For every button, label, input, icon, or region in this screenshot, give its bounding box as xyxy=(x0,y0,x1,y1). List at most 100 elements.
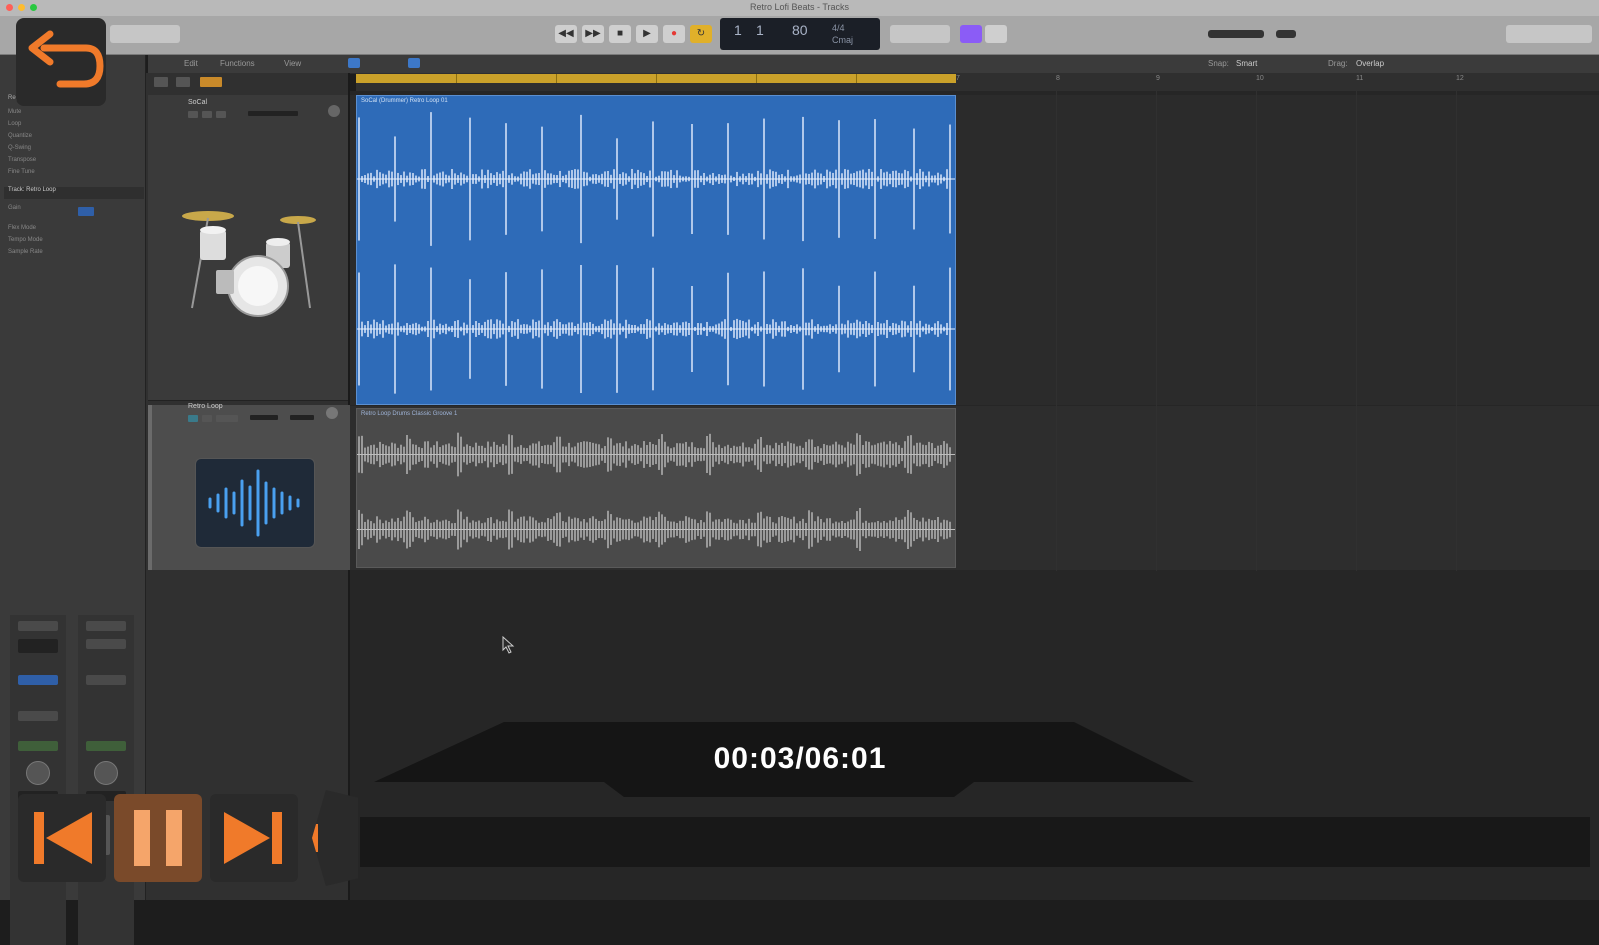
rewind-button[interactable]: ◀◀ xyxy=(555,25,577,43)
lcd-beat: 1 xyxy=(756,22,764,38)
inspector-row[interactable]: Flex Mode xyxy=(8,225,138,236)
catch-button[interactable] xyxy=(348,58,360,68)
grid-line xyxy=(1156,91,1157,571)
functions-menu[interactable]: Functions xyxy=(220,59,255,68)
grid-line xyxy=(1056,91,1057,571)
track-pan-slider[interactable] xyxy=(290,415,314,420)
duplicate-track-button[interactable] xyxy=(176,77,190,87)
record-button[interactable]: ● xyxy=(663,25,685,43)
skip-previous-icon xyxy=(34,812,92,864)
gain-toggle[interactable] xyxy=(78,207,94,216)
record-enable-button[interactable] xyxy=(216,111,226,118)
undo-arrow-icon xyxy=(28,30,104,88)
view-menu[interactable]: View xyxy=(284,59,301,68)
stop-button[interactable]: ■ xyxy=(609,25,631,43)
count-in-button[interactable] xyxy=(960,25,982,43)
inspector-row[interactable]: Quantize xyxy=(8,133,138,144)
view-buttons-group[interactable] xyxy=(110,25,180,43)
eq-display[interactable] xyxy=(18,639,58,653)
region-mode-button[interactable] xyxy=(200,77,222,87)
audio-fx-slot[interactable] xyxy=(86,675,126,685)
inspector-row[interactable]: Q-Swing xyxy=(8,145,138,156)
mouse-cursor-icon xyxy=(502,636,515,654)
inspector-panel: Region Mute Loop Quantize Q-Swing Transp… xyxy=(0,55,146,945)
ruler-bar-number: 11 xyxy=(1356,75,1364,82)
inspector-row[interactable]: Mute xyxy=(8,109,138,120)
pan-knob[interactable] xyxy=(94,761,118,785)
ruler-bar-number: 12 xyxy=(1456,75,1464,82)
tracks-toolbar: Edit Functions View Snap: Smart Drag: Ov… xyxy=(148,55,1599,74)
snap-dropdown[interactable]: Smart xyxy=(1236,59,1257,68)
title-bar: Retro Lofi Beats - Tracks xyxy=(0,0,1599,16)
channel-strip-track xyxy=(10,615,66,945)
play-button[interactable]: ▶ xyxy=(636,25,658,43)
lcd-bar: 1 xyxy=(734,22,742,38)
inspector-row[interactable]: Tempo Mode xyxy=(8,237,138,248)
audio-region-drummer[interactable]: SoCal (Drummer) Retro Loop 01 xyxy=(356,95,956,405)
audio-fx-slot[interactable] xyxy=(18,675,58,685)
solo-button[interactable] xyxy=(202,111,212,118)
video-control-bar xyxy=(360,817,1590,867)
automation-button[interactable] xyxy=(408,58,420,68)
inspector-row[interactable]: Gain xyxy=(8,205,138,216)
pause-icon xyxy=(134,810,182,866)
track-volume-slider[interactable] xyxy=(248,111,298,116)
skip-next-icon xyxy=(224,812,282,864)
ruler-bar-number: 8 xyxy=(1056,75,1060,82)
mute-button[interactable] xyxy=(188,111,198,118)
pan-knob[interactable] xyxy=(328,105,340,117)
audio-waveform-icon xyxy=(195,458,315,548)
sends-slot[interactable] xyxy=(18,711,58,721)
setting-button[interactable] xyxy=(18,621,58,631)
edit-menu[interactable]: Edit xyxy=(184,59,198,68)
lcd-signature: 4/4 xyxy=(832,23,845,33)
inspector-track-header[interactable]: Track: Retro Loop xyxy=(4,187,144,199)
cycle-button[interactable]: ↻ xyxy=(690,25,712,43)
level-meter xyxy=(1276,30,1296,38)
pan-knob[interactable] xyxy=(26,761,50,785)
skip-previous-button[interactable] xyxy=(18,794,106,882)
inspector-row[interactable]: Fine Tune xyxy=(8,169,138,180)
drum-kit-icon xyxy=(182,211,316,317)
track-volume-slider[interactable] xyxy=(250,415,278,420)
lcd-key: Cmaj xyxy=(832,35,854,45)
inspector-row[interactable]: Sample Rate xyxy=(8,249,138,260)
metronome-button[interactable] xyxy=(985,25,1007,43)
master-volume-slider[interactable] xyxy=(1208,30,1264,38)
pan-knob[interactable] xyxy=(326,407,338,419)
pause-button[interactable] xyxy=(114,794,202,882)
track-name: Retro Loop xyxy=(188,403,223,410)
output-slot[interactable] xyxy=(18,741,58,751)
window-buttons-group[interactable] xyxy=(1506,25,1592,43)
region-waveform xyxy=(357,432,955,552)
grid-line xyxy=(1456,91,1457,571)
skip-next-button[interactable] xyxy=(210,794,298,882)
solo-button[interactable] xyxy=(202,415,212,422)
back-button[interactable] xyxy=(16,18,106,106)
grid-line xyxy=(1356,91,1357,571)
output-slot[interactable] xyxy=(86,741,126,751)
drag-label: Drag: xyxy=(1328,59,1348,68)
input-monitor-button[interactable] xyxy=(216,415,238,422)
lcd-display[interactable]: 1 1 80 4/4 Cmaj xyxy=(720,18,880,50)
fast-forward-button[interactable]: ▶▶ xyxy=(582,25,604,43)
region-waveform xyxy=(357,112,955,394)
add-track-button[interactable] xyxy=(154,77,168,87)
playback-timecode: 00:03/06:01 xyxy=(713,742,887,775)
drag-dropdown[interactable]: Overlap xyxy=(1356,59,1384,68)
eq-display[interactable] xyxy=(86,639,126,649)
channel-strip-stereo-out xyxy=(78,615,134,945)
tuner-metronome-group[interactable] xyxy=(890,25,950,43)
ruler-bar-number: 10 xyxy=(1256,75,1264,82)
lcd-tempo: 80 xyxy=(792,22,808,38)
track-name: SoCal xyxy=(188,99,208,106)
cycle-region[interactable] xyxy=(356,74,956,83)
ruler-bar-number: 9 xyxy=(1156,75,1160,82)
inspector-row[interactable]: Transpose xyxy=(8,157,138,168)
audio-region-retro-loop[interactable]: Retro Loop Drums Classic Groove 1 xyxy=(356,408,956,568)
window-title: Retro Lofi Beats - Tracks xyxy=(749,2,850,12)
setting-button[interactable] xyxy=(86,621,126,631)
snap-label: Snap: xyxy=(1208,59,1229,68)
mute-button[interactable] xyxy=(188,415,198,422)
inspector-row[interactable]: Loop xyxy=(8,121,138,132)
